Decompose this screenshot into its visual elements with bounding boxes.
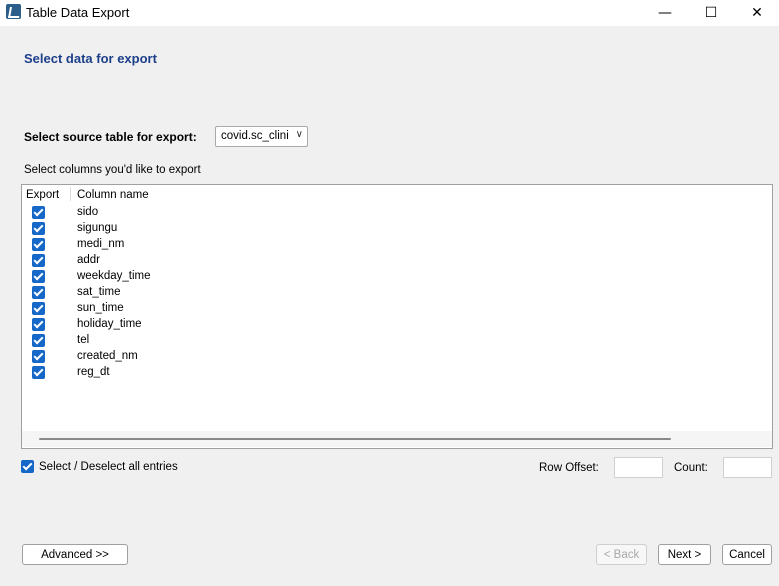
source-table-label: Select source table for export: (24, 130, 197, 144)
scrollbar-thumb[interactable] (39, 438, 671, 440)
column-name: created_nm (77, 350, 138, 362)
count-input[interactable] (723, 457, 772, 478)
list-item[interactable]: holiday_time (22, 317, 772, 333)
export-checkbox[interactable] (32, 222, 45, 235)
row-offset-input[interactable] (614, 457, 663, 478)
title-bar: Table Data Export — ☐ ✕ (0, 0, 779, 26)
list-item[interactable]: sat_time (22, 285, 772, 301)
export-checkbox[interactable] (32, 286, 45, 299)
column-name: reg_dt (77, 366, 110, 378)
export-checkbox[interactable] (32, 254, 45, 267)
export-checkbox[interactable] (32, 270, 45, 283)
column-name: weekday_time (77, 270, 151, 282)
list-item[interactable]: tel (22, 333, 772, 349)
column-name: tel (77, 334, 90, 346)
list-item[interactable]: weekday_time (22, 269, 772, 285)
export-checkbox[interactable] (32, 366, 45, 379)
next-button[interactable]: Next > (658, 544, 711, 565)
export-checkbox[interactable] (32, 318, 45, 331)
column-name: medi_nm (77, 238, 125, 250)
row-offset-label: Row Offset: (539, 462, 599, 474)
list-item[interactable]: reg_dt (22, 365, 772, 381)
column-name: sigungu (77, 222, 118, 234)
export-column-header[interactable]: Export (26, 189, 59, 201)
chevron-down-icon: ∨ (295, 129, 303, 140)
app-icon (6, 4, 21, 19)
select-all-checkbox[interactable] (21, 460, 34, 473)
advanced-button[interactable]: Advanced >> (22, 544, 128, 565)
window-title: Table Data Export (26, 5, 130, 20)
list-item[interactable]: sun_time (22, 301, 772, 317)
list-item[interactable]: sido (22, 205, 772, 221)
column-name: sido (77, 206, 99, 218)
back-button[interactable]: < Back (596, 544, 647, 565)
column-name: holiday_time (77, 318, 142, 330)
column-name: sun_time (77, 302, 124, 314)
list-item[interactable]: medi_nm (22, 237, 772, 253)
columns-label: Select columns you'd like to export (24, 164, 201, 176)
list-item[interactable]: created_nm (22, 349, 772, 365)
select-all-label[interactable]: Select / Deselect all entries (39, 461, 178, 473)
export-checkbox[interactable] (32, 302, 45, 315)
columns-table: Export Column name sido sigungu medi_nmadd… (21, 184, 773, 449)
source-table-value: covid.sc_clini (221, 130, 289, 142)
horizontal-scrollbar[interactable] (22, 431, 772, 447)
count-label: Count: (674, 462, 708, 474)
minimize-button[interactable]: — (642, 0, 688, 26)
cancel-button[interactable]: Cancel (722, 544, 772, 565)
column-divider[interactable] (70, 187, 71, 201)
close-button[interactable]: ✕ (734, 0, 779, 26)
source-table-select[interactable]: covid.sc_clini ∨ (215, 126, 308, 147)
column-name-header[interactable]: Column name (77, 189, 149, 201)
export-checkbox[interactable] (32, 238, 45, 251)
export-checkbox[interactable] (32, 334, 45, 347)
export-checkbox[interactable] (32, 350, 45, 363)
list-item[interactable]: addr (22, 253, 772, 269)
column-name: sat_time (77, 286, 121, 298)
column-name: addr (77, 254, 101, 266)
page-heading: Select data for export (24, 51, 157, 66)
export-checkbox[interactable] (32, 206, 45, 219)
maximize-button[interactable]: ☐ (688, 0, 734, 26)
list-item[interactable]: sigungu (22, 221, 772, 237)
